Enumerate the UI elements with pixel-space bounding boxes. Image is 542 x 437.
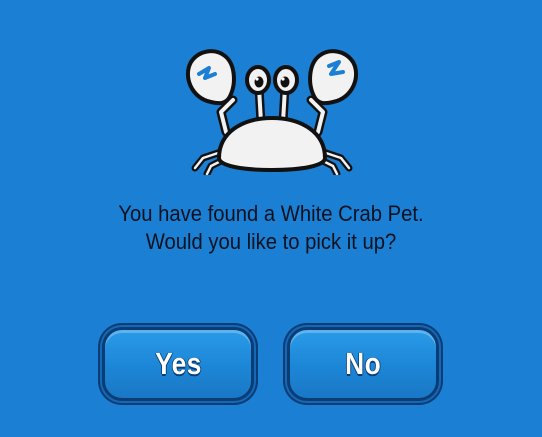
no-button[interactable]: No (283, 323, 443, 405)
yes-button-face[interactable]: Yes (102, 327, 254, 401)
yes-button[interactable]: Yes (98, 323, 258, 405)
no-button-face[interactable]: No (287, 327, 439, 401)
yes-button-label: Yes (154, 346, 202, 381)
message-line-2: Would you like to pick it up? (145, 229, 397, 254)
pet-found-dialog: You have found a White Crab Pet. Would y… (0, 0, 542, 437)
message-line-1: You have found a White Crab Pet. (118, 201, 424, 226)
dialog-message: You have found a White Crab Pet. Would y… (22, 200, 521, 256)
no-button-label: No (345, 346, 381, 381)
white-crab-icon (185, 49, 359, 175)
